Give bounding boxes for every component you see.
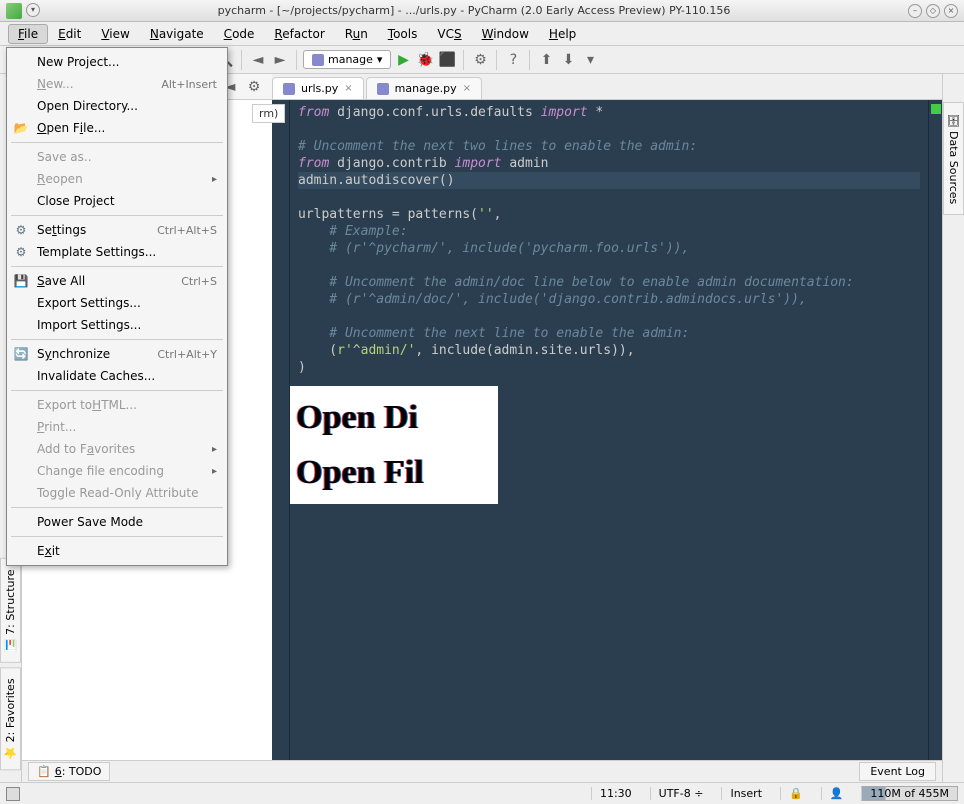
menu-export-html[interactable]: Export to HTML... (7, 394, 227, 416)
menu-separator (11, 215, 223, 216)
tab-close-icon[interactable]: × (463, 83, 471, 94)
status-encoding[interactable]: UTF-8 ÷ (650, 787, 712, 800)
menu-vcs[interactable]: VCS (427, 24, 471, 44)
menu-edit[interactable]: Edit (48, 24, 91, 44)
menu-run[interactable]: Run (335, 24, 378, 44)
menu-navigate[interactable]: Navigate (140, 24, 214, 44)
menu-refactor[interactable]: Refactor (264, 24, 334, 44)
status-bar: 11:30 UTF-8 ÷ Insert 🔒 👤 110M of 455M (0, 782, 964, 804)
dropdown-icon[interactable]: ▾ (580, 50, 600, 70)
menu-open-file[interactable]: 📂Open File... (7, 117, 227, 139)
toolbar-separator (296, 50, 297, 70)
vcs-update-icon[interactable]: ⬇ (558, 50, 578, 70)
menu-save-as[interactable]: Save as.. (7, 146, 227, 168)
menu-settings[interactable]: ⚙SettingsCtrl+Alt+S (7, 219, 227, 241)
menu-code[interactable]: Code (214, 24, 265, 44)
menu-window[interactable]: Window (472, 24, 539, 44)
right-tool-gutter: 🗄Data Sources (942, 74, 964, 782)
status-memory[interactable]: 110M of 455M (861, 786, 958, 801)
run-configuration-selector[interactable]: manage ▾ (303, 50, 391, 69)
menu-separator (11, 266, 223, 267)
toolbar-separator (529, 50, 530, 70)
menu-file[interactable]: File (8, 24, 48, 44)
structure-tool-tab[interactable]: 📊7: Structure (0, 558, 21, 663)
toolbar-separator (496, 50, 497, 70)
help-icon[interactable]: ? (503, 50, 523, 70)
menu-separator (11, 390, 223, 391)
breadcrumb-fragment: rm) (252, 104, 285, 123)
gear-icon[interactable]: ⚙ (244, 77, 264, 97)
maximize-button[interactable]: ◇ (926, 4, 940, 18)
save-icon: 💾 (13, 273, 29, 289)
menu-close-project[interactable]: Close Project (7, 190, 227, 212)
stop-icon[interactable]: ⬛ (437, 50, 457, 70)
overlay-text-2: Open Fil (296, 464, 492, 481)
back-icon[interactable]: ◄ (248, 50, 268, 70)
window-titlebar: ▾ pycharm - [~/projects/pycharm] - .../u… (0, 0, 964, 22)
tab-close-icon[interactable]: × (344, 83, 352, 94)
window-title: pycharm - [~/projects/pycharm] - .../url… (40, 4, 908, 17)
menu-change-encoding[interactable]: Change file encoding▸ (7, 460, 227, 482)
minimize-button[interactable]: – (908, 4, 922, 18)
todo-tool-button[interactable]: 📋6: TODO (28, 762, 110, 781)
status-toggle-icon[interactable] (6, 787, 20, 801)
menu-separator (11, 339, 223, 340)
settings-icon[interactable]: ⚙ (470, 50, 490, 70)
menu-separator (11, 507, 223, 508)
marker-column (928, 100, 942, 782)
window-menu-button[interactable]: ▾ (26, 3, 40, 17)
close-button[interactable]: × (944, 4, 958, 18)
editor-body: from django.conf.urls.defaults import * … (272, 100, 942, 782)
menu-print[interactable]: Print... (7, 416, 227, 438)
code-editor[interactable]: from django.conf.urls.defaults import * … (290, 100, 928, 782)
menu-separator (11, 536, 223, 537)
menu-new-project[interactable]: New Project... (7, 51, 227, 73)
sync-icon: 🔄 (13, 346, 29, 362)
gear-icon: ⚙ (13, 222, 29, 238)
inspection-ok-icon (931, 104, 941, 114)
toolbar-separator (241, 50, 242, 70)
menu-exit[interactable]: Exit (7, 540, 227, 562)
status-insert-mode: Insert (721, 787, 770, 800)
tab-manage[interactable]: manage.py× (366, 77, 482, 99)
favorites-tool-tab[interactable]: ⭐2: Favorites (0, 667, 21, 770)
vcs-icon[interactable]: ⬆ (536, 50, 556, 70)
overlay-text-1: Open Di (296, 409, 492, 426)
file-menu-dropdown: New Project... New...Alt+Insert Open Dir… (6, 47, 228, 566)
run-icon[interactable]: ▶ (393, 50, 413, 70)
menu-reopen[interactable]: Reopen▸ (7, 168, 227, 190)
gear-icon: ⚙ (13, 244, 29, 260)
data-sources-tool-tab[interactable]: 🗄Data Sources (943, 102, 964, 215)
menu-template-settings[interactable]: ⚙Template Settings... (7, 241, 227, 263)
app-icon (6, 3, 22, 19)
menu-export-settings[interactable]: Export Settings... (7, 292, 227, 314)
toolbar-separator (463, 50, 464, 70)
menu-toggle-readonly[interactable]: Toggle Read-Only Attribute (7, 482, 227, 504)
menu-view[interactable]: View (91, 24, 139, 44)
menu-synchronize[interactable]: 🔄SynchronizeCtrl+Alt+Y (7, 343, 227, 365)
menu-save-all[interactable]: 💾Save AllCtrl+S (7, 270, 227, 292)
tab-urls[interactable]: urls.py× (272, 77, 364, 99)
bottom-tool-bar: 📋6: TODO Event Log (22, 760, 942, 782)
magnified-overlay: Open Di Open Fil (290, 386, 498, 504)
status-position: 11:30 (591, 787, 640, 800)
event-log-button[interactable]: Event Log (859, 762, 936, 781)
status-lock-icon[interactable]: 🔒 (780, 787, 811, 800)
debug-icon[interactable]: 🐞 (415, 50, 435, 70)
menu-open-directory[interactable]: Open Directory... (7, 95, 227, 117)
editor-gutter (272, 100, 290, 782)
menu-import-settings[interactable]: Import Settings... (7, 314, 227, 336)
forward-icon[interactable]: ► (270, 50, 290, 70)
menu-tools[interactable]: Tools (378, 24, 428, 44)
menu-invalidate-caches[interactable]: Invalidate Caches... (7, 365, 227, 387)
menu-help[interactable]: Help (539, 24, 586, 44)
menu-power-save[interactable]: Power Save Mode (7, 511, 227, 533)
status-inspector-icon[interactable]: 👤 (821, 787, 852, 800)
menu-add-favorites[interactable]: Add to Favorites▸ (7, 438, 227, 460)
menu-new[interactable]: New...Alt+Insert (7, 73, 227, 95)
menubar: File Edit View Navigate Code Refactor Ru… (0, 22, 964, 46)
folder-icon: 📂 (13, 120, 29, 136)
menu-separator (11, 142, 223, 143)
